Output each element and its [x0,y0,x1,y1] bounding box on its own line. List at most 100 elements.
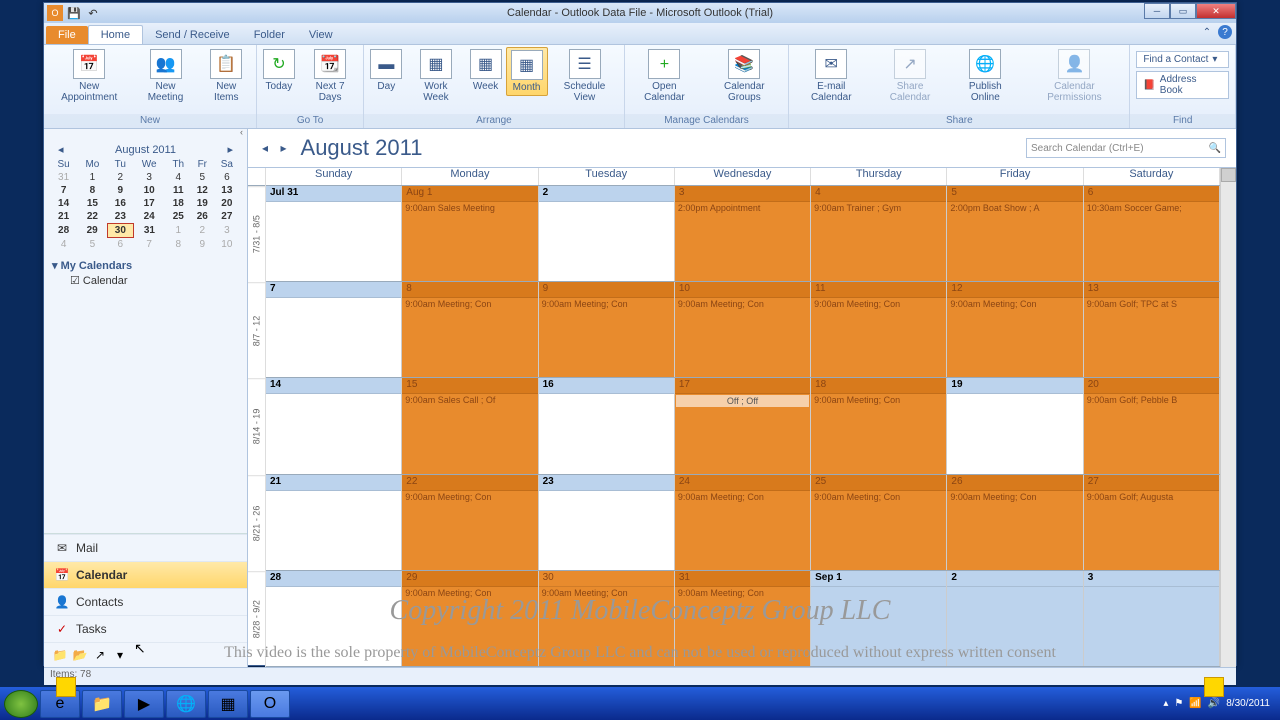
schedule-view-button[interactable]: ☰Schedule View [548,47,622,105]
scrollbar[interactable] [1220,168,1236,667]
my-calendars-group[interactable]: ▾ My Calendars [52,259,239,272]
qat-undo-icon[interactable]: ↶ [85,5,101,21]
calendar-cell[interactable]: 2 [539,186,675,281]
calendar-cell[interactable]: 259:00am Meeting; Con [811,475,947,570]
email-calendar-button[interactable]: ✉E-mail Calendar [791,47,871,105]
taskbar-browser[interactable]: 🌐 [166,690,206,718]
next-7-days-button[interactable]: 📆Next 7 Days [299,47,361,105]
calendar-cell[interactable]: 610:30am Soccer Game; [1084,186,1220,281]
perms-icon: 👤 [1058,49,1090,79]
tray-network-icon[interactable]: 📶 [1189,698,1201,709]
calendar-cell[interactable]: 109:00am Meeting; Con [675,282,811,377]
work-week-button[interactable]: ▦Work Week [406,47,465,105]
maximize-button[interactable]: ▭ [1170,3,1196,19]
minimize-button[interactable]: ─ [1144,3,1170,19]
tab-home[interactable]: Home [88,25,143,44]
nav-mail[interactable]: ✉Mail [44,534,247,561]
find-contact-input[interactable]: Find a Contact▾ [1136,51,1229,68]
tray-date[interactable]: 8/30/2011 [1226,698,1270,709]
minimize-ribbon-icon[interactable]: ⌃ [1200,25,1214,39]
tab-folder[interactable]: Folder [242,26,297,44]
tray-up-icon[interactable]: ▴ [1163,698,1168,709]
calendar-cell[interactable]: 319:00am Meeting; Con [675,571,811,666]
calendar-cell[interactable]: Jul 31 [266,186,402,281]
nav-tasks[interactable]: ✓Tasks [44,615,247,642]
calendar-cell[interactable]: 269:00am Meeting; Con [947,475,1083,570]
calendar-cell[interactable]: 209:00am Golf; Pebble B [1084,378,1220,473]
calendar-cell[interactable]: 139:00am Golf; TPC at S [1084,282,1220,377]
close-button[interactable]: ✕ [1196,3,1236,19]
calendar-cell[interactable]: 49:00am Trainer ; Gym [811,186,947,281]
scroll-up-icon[interactable] [1221,168,1236,182]
calendar-cell[interactable]: 3 [1084,571,1220,666]
open-calendar-button[interactable]: +Open Calendar [627,47,703,105]
calendar-cell[interactable]: 189:00am Meeting; Con [811,378,947,473]
cal-prev-icon[interactable]: ◂ [258,141,272,155]
calendar-cell[interactable]: 129:00am Meeting; Con [947,282,1083,377]
cal-next-icon[interactable]: ▸ [276,141,290,155]
schedule-icon: ☰ [569,49,601,79]
month-icon: ▦ [511,50,543,80]
new-meeting-button[interactable]: 👥New Meeting [132,47,198,105]
share-calendar-button[interactable]: ↗Share Calendar [871,47,949,105]
calendar-cell[interactable]: 89:00am Meeting; Con [402,282,538,377]
month-button[interactable]: ▦Month [506,47,548,96]
calendar-cell[interactable]: 16 [539,378,675,473]
calendar-cell[interactable]: 52:00pm Boat Show ; A [947,186,1083,281]
tray-flag-icon[interactable]: ⚑ [1174,698,1183,709]
calendar-cell[interactable]: 14 [266,378,402,473]
calendar-cell[interactable]: 21 [266,475,402,570]
calendar-cell[interactable]: 17Off ; Off [675,378,811,473]
calendar-cell[interactable]: 119:00am Meeting; Con [811,282,947,377]
today-button[interactable]: ↻Today [259,47,299,94]
taskbar-media[interactable]: ▶ [124,690,164,718]
system-tray[interactable]: ▴ ⚑ 📶 🔊 8/30/2011 [1163,698,1276,709]
calendar-cell[interactable]: Aug 19:00am Sales Meeting [402,186,538,281]
minical-prev-icon[interactable]: ◂ [58,143,64,156]
calendar-cell[interactable]: 23 [539,475,675,570]
calendar-cell[interactable]: 99:00am Meeting; Con [539,282,675,377]
calendar-cell[interactable]: 279:00am Golf; Augusta [1084,475,1220,570]
calendar-cell[interactable]: 229:00am Meeting; Con [402,475,538,570]
calendar-cell[interactable]: 2 [947,571,1083,666]
nav-contacts[interactable]: 👤Contacts [44,588,247,615]
shortcuts-icon[interactable]: ↗ [92,647,108,663]
calendar-cell[interactable]: 309:00am Meeting; Con [539,571,675,666]
publish-online-button[interactable]: 🌐Publish Online [949,47,1021,105]
calendar-cell[interactable]: 19 [947,378,1083,473]
configure-icon[interactable]: ▾ [112,647,128,663]
calendar-groups-button[interactable]: 📚Calendar Groups [702,47,786,105]
minical-next-icon[interactable]: ▸ [227,143,233,156]
calendar-cell[interactable]: 28 [266,571,402,666]
tab-send-receive[interactable]: Send / Receive [143,26,242,44]
calendar-cell[interactable]: 32:00pm Appointment [675,186,811,281]
week-button[interactable]: ▦Week [466,47,506,94]
taskbar-app[interactable]: ▦ [208,690,248,718]
address-book-button[interactable]: 📕Address Book [1136,71,1229,99]
calendar-cell[interactable]: 299:00am Meeting; Con [402,571,538,666]
search-calendar-input[interactable]: Search Calendar (Ctrl+E) 🔍 [1026,138,1226,158]
calendar-cell[interactable]: Sep 1 [811,571,947,666]
tab-file[interactable]: File [46,26,88,44]
new-items-button[interactable]: 📋New Items [199,47,254,105]
nav-calendar[interactable]: 📅Calendar [44,561,247,588]
new-appointment-button[interactable]: 📅New Appointment [46,47,132,105]
folder-icon[interactable]: 📂 [72,647,88,663]
minical-table[interactable]: SuMoTuWeThFrSa31123456789101112131415161… [50,158,241,251]
calendar-cell[interactable]: 249:00am Meeting; Con [675,475,811,570]
help-icon[interactable]: ? [1218,25,1232,39]
calendar-item[interactable]: ☑ Calendar [52,272,239,289]
calendar-cell[interactable]: 159:00am Sales Call ; Of [402,378,538,473]
collapse-sidebar-icon[interactable]: ‹ [240,127,243,137]
notes-icon[interactable]: 📁 [52,647,68,663]
taskbar-outlook[interactable]: O [250,690,290,718]
calendar-permissions-button[interactable]: 👤Calendar Permissions [1022,47,1128,105]
month-grid[interactable]: Jul 31Aug 19:00am Sales Meeting232:00pm … [266,186,1220,667]
qat-save-icon[interactable]: 💾 [66,5,82,21]
taskbar-explorer[interactable]: 📁 [82,690,122,718]
start-button[interactable] [4,690,38,718]
calendar-cell[interactable]: 7 [266,282,402,377]
tray-sound-icon[interactable]: 🔊 [1208,698,1220,709]
tab-view[interactable]: View [297,26,345,44]
day-button[interactable]: ▬Day [366,47,406,94]
